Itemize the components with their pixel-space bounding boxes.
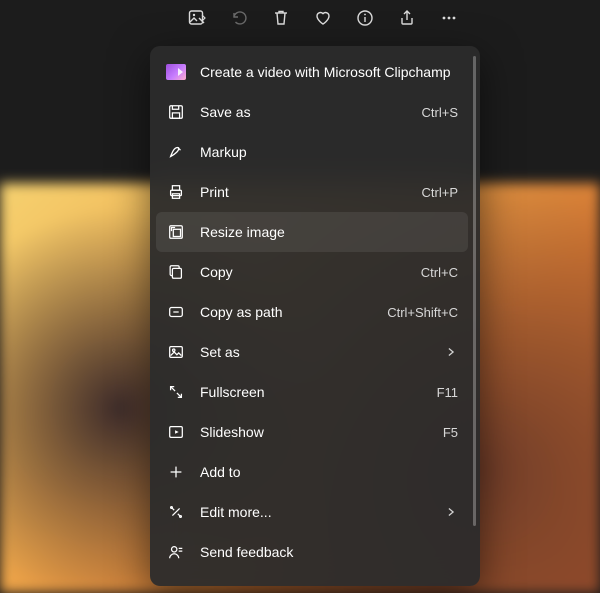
delete-icon[interactable]	[269, 6, 293, 30]
menu-item-shortcut: Ctrl+P	[422, 185, 458, 200]
slideshow-icon	[166, 422, 186, 442]
menu-item-fullscreen[interactable]: Fullscreen F11	[156, 372, 468, 412]
favorite-icon[interactable]	[311, 6, 335, 30]
feedback-icon	[166, 542, 186, 562]
menu-item-label: Markup	[200, 144, 458, 160]
menu-item-shortcut: Ctrl+Shift+C	[387, 305, 458, 320]
print-icon	[166, 182, 186, 202]
menu-item-shortcut: Ctrl+C	[421, 265, 458, 280]
menu-item-label: Print	[200, 184, 408, 200]
add-to-icon	[166, 462, 186, 482]
menu-item-label: Save as	[200, 104, 408, 120]
set-as-icon	[166, 342, 186, 362]
clipchamp-icon	[166, 62, 186, 82]
edit-more-icon	[166, 502, 186, 522]
save-as-icon	[166, 102, 186, 122]
markup-icon	[166, 142, 186, 162]
menu-item-resize-image[interactable]: Resize image	[156, 212, 468, 252]
edit-image-icon[interactable]	[185, 6, 209, 30]
menu-item-label: Set as	[200, 344, 430, 360]
more-icon[interactable]	[437, 6, 461, 30]
menu-item-label: Fullscreen	[200, 384, 423, 400]
toolbar	[185, 6, 461, 30]
menu-item-label: Send feedback	[200, 544, 458, 560]
menu-item-label: Slideshow	[200, 424, 429, 440]
copy-icon	[166, 262, 186, 282]
context-menu: Create a video with Microsoft Clipchamp S…	[150, 46, 480, 586]
menu-item-label: Add to	[200, 464, 458, 480]
menu-item-copy[interactable]: Copy Ctrl+C	[156, 252, 468, 292]
menu-item-shortcut: F5	[443, 425, 458, 440]
menu-scrollbar[interactable]	[473, 56, 476, 526]
menu-item-shortcut: Ctrl+S	[422, 105, 458, 120]
share-icon[interactable]	[395, 6, 419, 30]
menu-item-label: Copy	[200, 264, 407, 280]
menu-item-label: Copy as path	[200, 304, 373, 320]
menu-item-label: Edit more...	[200, 504, 430, 520]
menu-item-slideshow[interactable]: Slideshow F5	[156, 412, 468, 452]
menu-item-label: Create a video with Microsoft Clipchamp	[200, 64, 458, 80]
copy-path-icon	[166, 302, 186, 322]
rotate-icon[interactable]	[227, 6, 251, 30]
menu-item-copy-as-path[interactable]: Copy as path Ctrl+Shift+C	[156, 292, 468, 332]
menu-item-save-as[interactable]: Save as Ctrl+S	[156, 92, 468, 132]
menu-item-create-a-video-with-microsoft-clipchamp[interactable]: Create a video with Microsoft Clipchamp	[156, 52, 468, 92]
menu-item-shortcut: F11	[437, 385, 458, 400]
chevron-right-icon	[444, 505, 458, 519]
info-icon[interactable]	[353, 6, 377, 30]
resize-icon	[166, 222, 186, 242]
menu-item-label: Resize image	[200, 224, 458, 240]
menu-item-markup[interactable]: Markup	[156, 132, 468, 172]
fullscreen-icon	[166, 382, 186, 402]
chevron-right-icon	[444, 345, 458, 359]
menu-item-print[interactable]: Print Ctrl+P	[156, 172, 468, 212]
menu-item-edit-more[interactable]: Edit more...	[156, 492, 468, 532]
menu-item-set-as[interactable]: Set as	[156, 332, 468, 372]
menu-item-add-to[interactable]: Add to	[156, 452, 468, 492]
menu-item-send-feedback[interactable]: Send feedback	[156, 532, 468, 572]
